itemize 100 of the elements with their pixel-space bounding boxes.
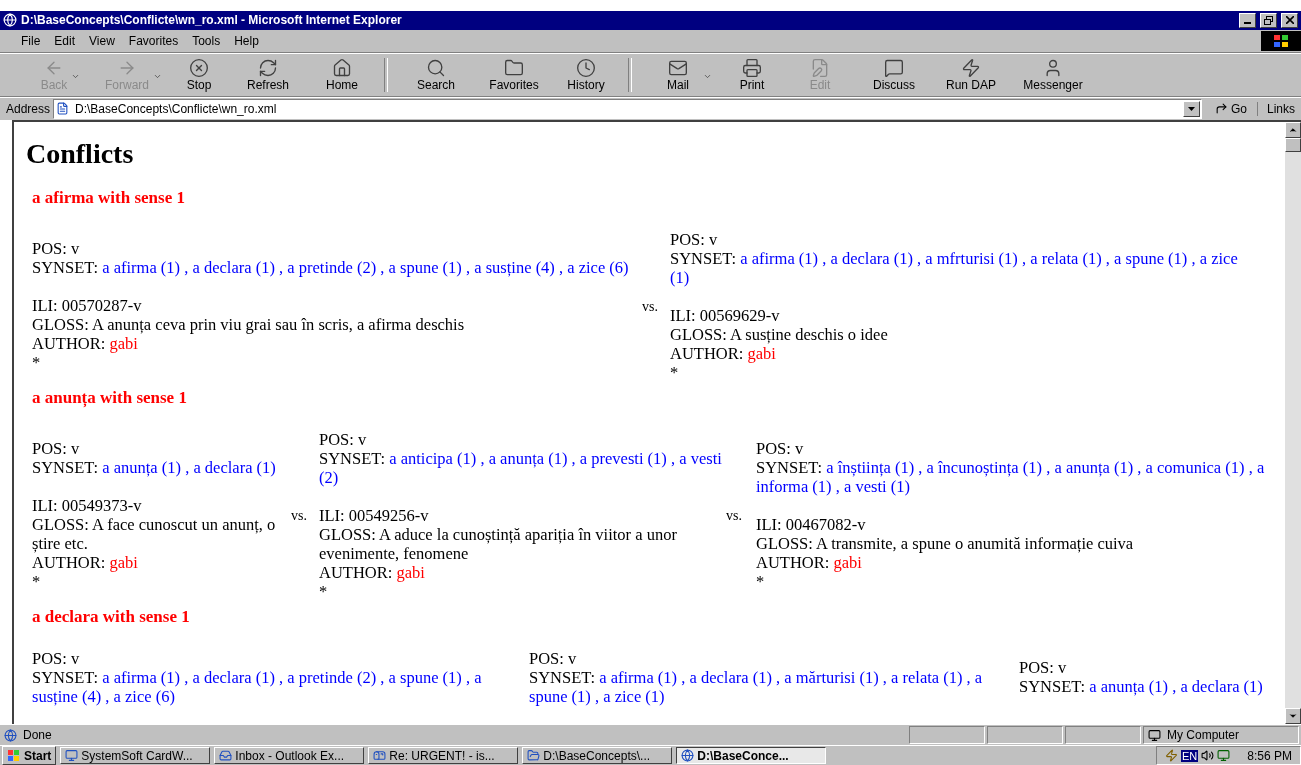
author-line: AUTHOR: gabi	[756, 553, 863, 573]
toolbar-button[interactable]: Discuss	[854, 53, 934, 96]
status-text: Done	[23, 728, 52, 743]
versus-label: vs.	[291, 508, 307, 524]
synset-line[interactable]: SYNSET: a anticipa (1) , a anunța (1) , a prevesti (1) , a vesti (2)	[319, 448, 723, 487]
gloss-line: GLOSS: A face cunoscut un anunț, o știre etc.	[32, 515, 277, 554]
ili-line: ILI: 00549373-v	[32, 496, 143, 516]
taskbar-button[interactable]: D:\BaseConce...	[676, 747, 827, 764]
folder-icon	[504, 57, 524, 78]
windows-logo-icon	[7, 749, 21, 762]
synset-line[interactable]: SYNSET: a afirma (1) , a declara (1) , a pretinde (2) , a spune (1) , a susține (4) , a zice (6)	[32, 667, 523, 706]
entry-end-mark: *	[319, 581, 328, 601]
toolbar-button[interactable]: Favorites	[478, 53, 550, 96]
windows-logo-icon	[1261, 30, 1301, 51]
menu-item[interactable]: View	[82, 33, 122, 48]
synset-line[interactable]: SYNSET: a înștiința (1) , a încunoștința (1) , a anunța (1) , a comunica (1) , a informa (1) , a vesti (1)	[756, 458, 1265, 497]
toolbar-button[interactable]: Stop	[168, 53, 230, 96]
restore-button[interactable]	[1260, 12, 1277, 28]
toolbar-button[interactable]: Mail	[638, 53, 718, 96]
printer-icon	[742, 57, 762, 78]
entry-end-mark: *	[32, 572, 41, 592]
chat-icon	[884, 57, 904, 78]
synset-line[interactable]: SYNSET: a afirma (1) , a declara (1) , a mărturisi (1) , a relata (1) , a spune (1) , a zice (1)	[529, 667, 1013, 706]
pos-line: POS: v	[1019, 658, 1068, 678]
toolbar-button[interactable]: Messenger	[1008, 53, 1098, 96]
entry-end-mark: *	[756, 572, 765, 592]
close-button[interactable]	[1281, 12, 1298, 28]
refresh-icon	[258, 57, 278, 78]
synset-line[interactable]: SYNSET: a anunța (1) , a declara (1)	[32, 458, 288, 478]
pen-icon	[810, 57, 830, 78]
links-button[interactable]: Links	[1261, 101, 1301, 116]
clock-icon	[576, 57, 596, 78]
go-arrow-icon	[1214, 102, 1228, 116]
toolbar-button[interactable]: Print	[718, 53, 786, 96]
page-title: Conflicts	[26, 137, 135, 170]
toolbar-button[interactable]: History	[550, 53, 622, 96]
globe-icon	[681, 749, 695, 762]
toolbar-button[interactable]: Refresh	[230, 53, 306, 96]
taskbar-button[interactable]: D:\BaseConcepts\...	[522, 747, 673, 764]
dropdown-button[interactable]	[1182, 100, 1200, 117]
entry-end-mark: *	[670, 362, 679, 382]
address-label: Address	[6, 101, 51, 116]
monitor-icon	[65, 749, 79, 762]
close-icon	[1285, 16, 1294, 25]
menu-item[interactable]: Favorites	[121, 33, 186, 48]
taskbar-button[interactable]: Inbox - Outlook Ex...	[214, 747, 365, 764]
address-field[interactable]: D:\BaseConcepts\Conflicte\wn_ro.xml	[53, 98, 1202, 119]
pos-line: POS: v	[319, 429, 368, 449]
toolbar-button[interactable]: Home	[306, 53, 378, 96]
author-line: AUTHOR: gabi	[670, 343, 776, 363]
taskbar-button[interactable]: SystemSoft CardW...	[60, 747, 211, 764]
browser-icon	[4, 728, 17, 742]
monitor-icon[interactable]	[1217, 749, 1231, 762]
section-heading: a anunța with sense 1	[32, 387, 188, 408]
pos-line: POS: v	[670, 229, 719, 249]
restore-icon	[1264, 15, 1273, 25]
toolbar-button[interactable]: Run DAP	[934, 53, 1008, 96]
author-line: AUTHOR: gabi	[32, 334, 139, 354]
author-line: AUTHOR: gabi	[32, 553, 139, 573]
folder-icon	[527, 749, 541, 762]
gloss-line: GLOSS: A anunța ceva prin viu grai sau în scris, a afirma deschis	[32, 315, 466, 335]
author-line: AUTHOR: gabi	[319, 562, 426, 582]
menu-item[interactable]: File	[14, 33, 48, 48]
pos-line: POS: v	[529, 648, 578, 668]
zone-text: My Computer	[1167, 728, 1240, 743]
section-heading: a afirma with sense 1	[32, 187, 186, 208]
pos-line: POS: v	[32, 239, 81, 259]
window-title: D:\BaseConcepts\Conflicte\wn_ro.xml - Microsoft Internet Explorer	[21, 13, 403, 28]
gloss-line: GLOSS: A susține deschis o idee	[670, 324, 889, 344]
start-button[interactable]: Start	[2, 746, 57, 765]
ili-line: ILI: 00570287-v	[32, 296, 143, 316]
ili-line: ILI: 00467082-v	[756, 515, 867, 535]
speaker-icon[interactable]	[1201, 749, 1215, 762]
synset-line[interactable]: SYNSET: a afirma (1) , a declara (1) , a pretinde (2) , a spune (1) , a susține (4) , a zice (6)	[32, 258, 639, 278]
browser-icon	[3, 13, 17, 28]
page-icon	[56, 102, 70, 116]
caret-icon	[1187, 106, 1195, 111]
language-indicator[interactable]: EN	[1181, 749, 1199, 762]
gloss-line: GLOSS: A aduce la cunoștință apariția în viitor a unor evenimente, fenomene	[319, 524, 678, 563]
menu-item[interactable]: Tools	[185, 33, 228, 48]
versus-label: vs.	[726, 508, 742, 524]
clock-text: 8:56 PM	[1247, 748, 1292, 763]
pos-line: POS: v	[32, 648, 81, 668]
go-button[interactable]: Go	[1204, 101, 1258, 116]
inbox-icon	[219, 749, 233, 762]
menu-item[interactable]: Edit	[47, 33, 83, 48]
pos-line: POS: v	[32, 439, 81, 459]
scrollbar[interactable]	[1285, 121, 1301, 725]
synset-line[interactable]: SYNSET: a anunța (1) , a declara (1)	[1019, 677, 1263, 697]
search-icon	[426, 57, 446, 78]
taskbar-button[interactable]: Re: URGENT! - is...	[368, 747, 519, 764]
section-heading: a declara with sense 1	[32, 606, 191, 627]
mailbox-icon	[373, 749, 387, 762]
lightning-icon	[961, 57, 981, 78]
lightning-icon	[1165, 749, 1178, 762]
minimize-button[interactable]	[1239, 12, 1256, 28]
ili-line: ILI: 00569629-v	[670, 305, 781, 325]
toolbar-button[interactable]: Search	[394, 53, 478, 96]
menu-item[interactable]: Help	[227, 33, 266, 48]
synset-line[interactable]: SYNSET: a afirma (1) , a declara (1) , a mfrturisi (1) , a relata (1) , a spune (1) , a zice (1)	[670, 248, 1254, 287]
